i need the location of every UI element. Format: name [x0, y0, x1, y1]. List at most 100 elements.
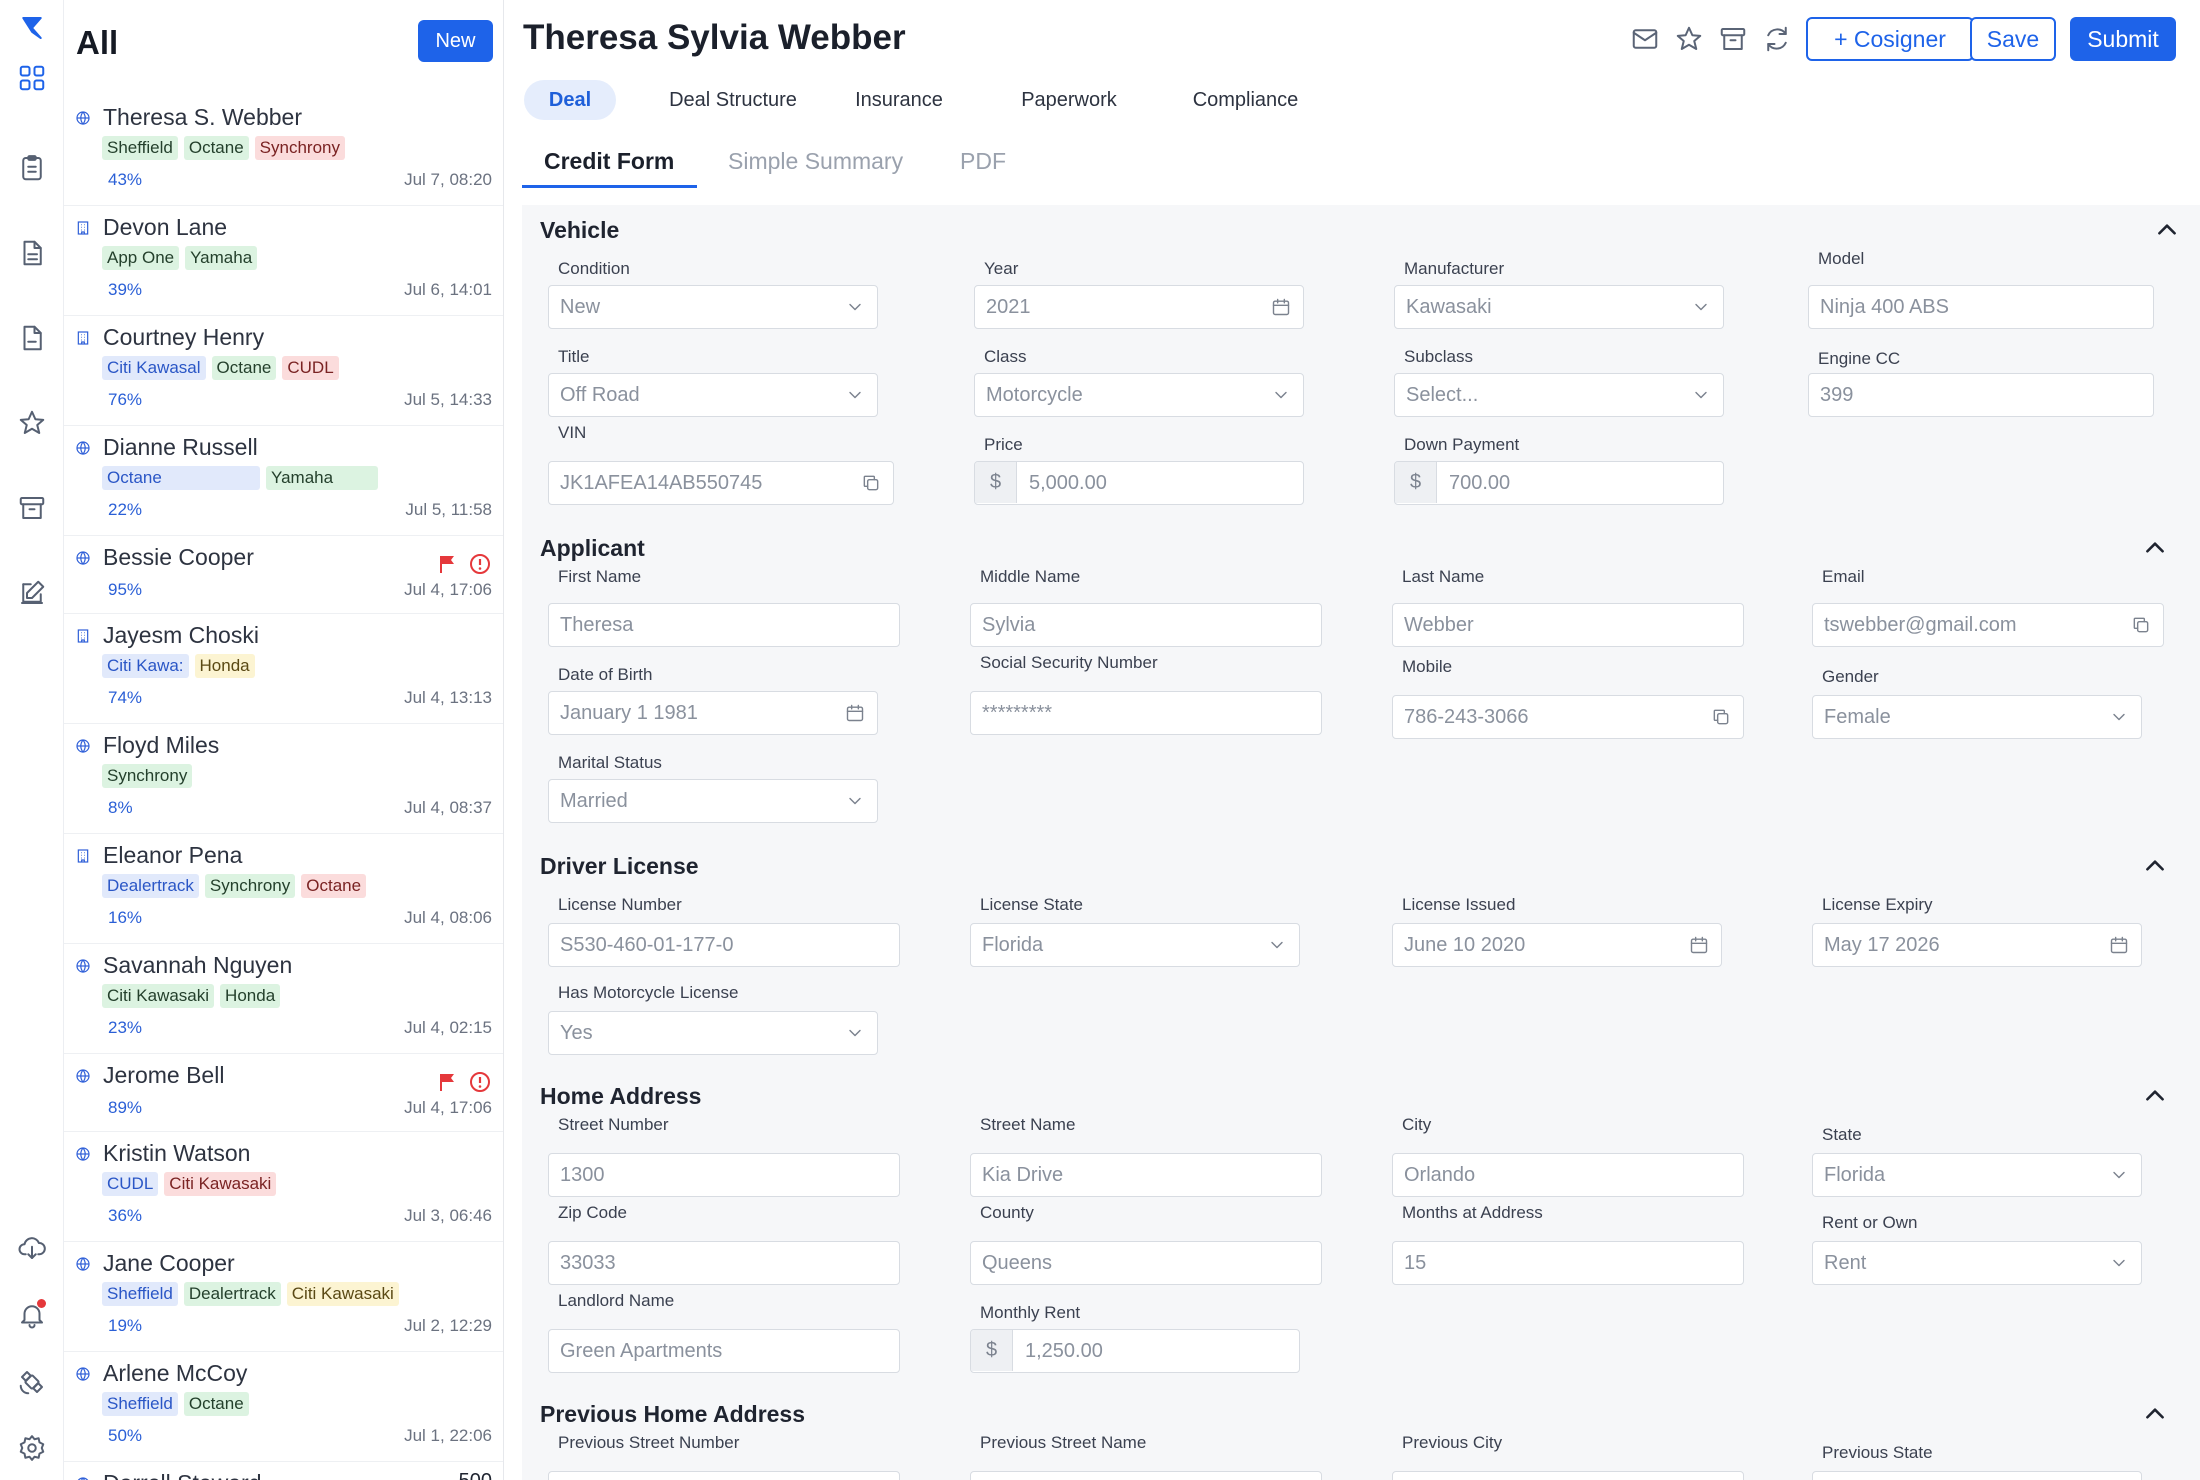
alert-icon[interactable]	[468, 552, 492, 576]
dashboard-grid-icon[interactable]	[14, 60, 50, 96]
refresh-icon[interactable]	[1762, 24, 1792, 54]
down-payment-input[interactable]: $700.00	[1394, 461, 1724, 505]
license-expiry-input[interactable]: May 17 2026	[1812, 923, 2142, 967]
tab-deal-structure[interactable]: Deal Structure	[652, 80, 814, 120]
alert-icon[interactable]	[468, 1070, 492, 1094]
list-item[interactable]: Darrell Steward 500	[64, 1462, 503, 1480]
collapse-license-icon[interactable]	[2142, 853, 2168, 879]
star-icon[interactable]	[1674, 24, 1704, 54]
middle-name-input[interactable]: Sylvia	[970, 603, 1322, 647]
ssn-input[interactable]: *********	[970, 691, 1322, 735]
tab-compliance[interactable]: Compliance	[1168, 80, 1323, 120]
subtab-simple-summary[interactable]: Simple Summary	[728, 148, 903, 175]
subtab-pdf[interactable]: PDF	[960, 148, 1006, 175]
state-value: Florida	[1824, 1163, 1886, 1186]
dob-input[interactable]: January 1 1981	[548, 691, 878, 735]
city-input[interactable]: Orlando	[1392, 1153, 1744, 1197]
subclass-select[interactable]: Select...	[1394, 373, 1724, 417]
bell-icon[interactable]	[14, 1297, 50, 1333]
gender-select[interactable]: Female	[1812, 695, 2142, 739]
price-input[interactable]: $5,000.00	[974, 461, 1304, 505]
condition-select[interactable]: New	[548, 285, 878, 329]
list-item[interactable]: Jane Cooper Sheffield Dealertrack Citi Kawa…	[64, 1242, 503, 1352]
list-item[interactable]: Theresa S. Webber Sheffield Octane Synchron…	[64, 96, 503, 206]
manufacturer-select[interactable]: Kawasaki	[1394, 285, 1724, 329]
list-item[interactable]: Kristin Watson CUDL Citi Kawasaki 36% Jul 3,…	[64, 1132, 503, 1242]
tab-paperwork[interactable]: Paperwork	[1004, 80, 1134, 120]
flag-icon[interactable]	[436, 552, 460, 576]
marital-status-select[interactable]: Married	[548, 779, 878, 823]
license-issued-input[interactable]: June 10 2020	[1392, 923, 1722, 967]
list-item[interactable]: Dianne Russell Octane Yamaha 22% Jul 5, 11:5…	[64, 426, 503, 536]
list-item[interactable]: Courtney Henry Citi Kawasal Octane CUDL 76% J…	[64, 316, 503, 426]
tab-deal[interactable]: Deal	[524, 80, 616, 120]
list-item[interactable]: Floyd Miles Synchrony 8% Jul 4, 08:37	[64, 724, 503, 834]
clipboard-icon[interactable]	[14, 150, 50, 186]
list-item[interactable]: Arlene McCoy Sheffield Octane 50% Jul 1, 22:…	[64, 1352, 503, 1462]
previous-city-input[interactable]	[1392, 1471, 1744, 1480]
street-name-input[interactable]: Kia Drive	[970, 1153, 1322, 1197]
zip-code-input[interactable]: 33033	[548, 1241, 900, 1285]
tab-insurance[interactable]: Insurance	[844, 80, 954, 120]
license-state-select[interactable]: Florida	[970, 923, 1300, 967]
list-item[interactable]: Jerome Bell 89% Jul 4, 17:06	[64, 1054, 503, 1132]
license-number-input[interactable]: S530-460-01-177-0	[548, 923, 900, 967]
list-item[interactable]: Savannah Nguyen Citi Kawasaki Honda 23% Jul …	[64, 944, 503, 1054]
chevron-down-icon	[1267, 935, 1287, 955]
license-expiry-label: License Expiry	[1822, 895, 1933, 914]
previous-street-name-input[interactable]	[970, 1471, 1322, 1480]
settings-icon[interactable]	[14, 1430, 50, 1466]
monthly-rent-input[interactable]: $1,250.00	[970, 1329, 1300, 1373]
rent-or-own-select[interactable]: Rent	[1812, 1241, 2142, 1285]
collapse-home-icon[interactable]	[2142, 1083, 2168, 1109]
mail-icon[interactable]	[1630, 24, 1660, 54]
list-item[interactable]: Devon Lane App One Yamaha 39% Jul 6, 14:01	[64, 206, 503, 316]
engine-cc-input[interactable]: 399	[1808, 373, 2154, 417]
title-select[interactable]: Off Road	[548, 373, 878, 417]
new-button[interactable]: New	[418, 20, 493, 62]
previous-street-number-input[interactable]	[548, 1471, 900, 1480]
add-cosigner-button[interactable]: + Cosigner	[1806, 17, 1974, 61]
star-icon[interactable]	[14, 405, 50, 441]
county-input[interactable]: Queens	[970, 1241, 1322, 1285]
previous-state-select[interactable]	[1812, 1471, 2142, 1480]
satellite-icon[interactable]	[14, 1364, 50, 1400]
copy-icon[interactable]	[861, 473, 881, 493]
collapse-previous-home-icon[interactable]	[2142, 1401, 2168, 1427]
first-name-input[interactable]: Theresa	[548, 603, 900, 647]
collapse-vehicle-icon[interactable]	[2154, 217, 2180, 243]
year-input[interactable]: 2021	[974, 285, 1304, 329]
list-item[interactable]: Bessie Cooper 95% Jul 4, 17:06	[64, 536, 503, 614]
document-minus-icon[interactable]	[14, 320, 50, 356]
item-timestamp: Jul 4, 02:15	[404, 1018, 492, 1037]
landlord-name-input[interactable]: Green Apartments	[548, 1329, 900, 1373]
edit-icon[interactable]	[14, 575, 50, 611]
lender-tags: Dealertrack Synchrony Octane	[102, 874, 367, 898]
email-field[interactable]: tswebber@gmail.com	[1812, 603, 2164, 647]
flag-icon[interactable]	[436, 1070, 460, 1094]
mobile-input[interactable]: 786-243-3066	[1392, 695, 1744, 739]
class-select[interactable]: Motorcycle	[974, 373, 1304, 417]
model-input[interactable]: Ninja 400 ABS	[1808, 285, 2154, 329]
save-button[interactable]: Save	[1970, 17, 2056, 61]
copy-icon[interactable]	[1711, 707, 1731, 727]
logo-icon[interactable]	[14, 10, 50, 46]
list-item[interactable]: Eleanor Pena Dealertrack Synchrony Octane 16…	[64, 834, 503, 944]
document-icon[interactable]	[14, 235, 50, 271]
archive-icon[interactable]	[14, 490, 50, 526]
submit-button[interactable]: Submit	[2070, 17, 2176, 61]
street-number-input[interactable]: 1300	[548, 1153, 900, 1197]
lender-tag: App One	[102, 246, 180, 270]
lender-tag: Honda	[220, 984, 281, 1008]
months-at-address-input[interactable]: 15	[1392, 1241, 1744, 1285]
motorcycle-license-select[interactable]: Yes	[548, 1011, 878, 1055]
cloud-download-icon[interactable]	[14, 1230, 50, 1266]
copy-icon[interactable]	[2131, 615, 2151, 635]
last-name-input[interactable]: Webber	[1392, 603, 1744, 647]
list-item[interactable]: Jayesm Choski Citi Kawa: Honda 74% Jul 4, 13…	[64, 614, 503, 724]
vin-input[interactable]: JK1AFEA14AB550745	[548, 461, 894, 505]
subtab-credit-form[interactable]: Credit Form	[544, 148, 674, 175]
state-select[interactable]: Florida	[1812, 1153, 2142, 1197]
collapse-applicant-icon[interactable]	[2142, 535, 2168, 561]
archive-icon[interactable]	[1718, 24, 1748, 54]
